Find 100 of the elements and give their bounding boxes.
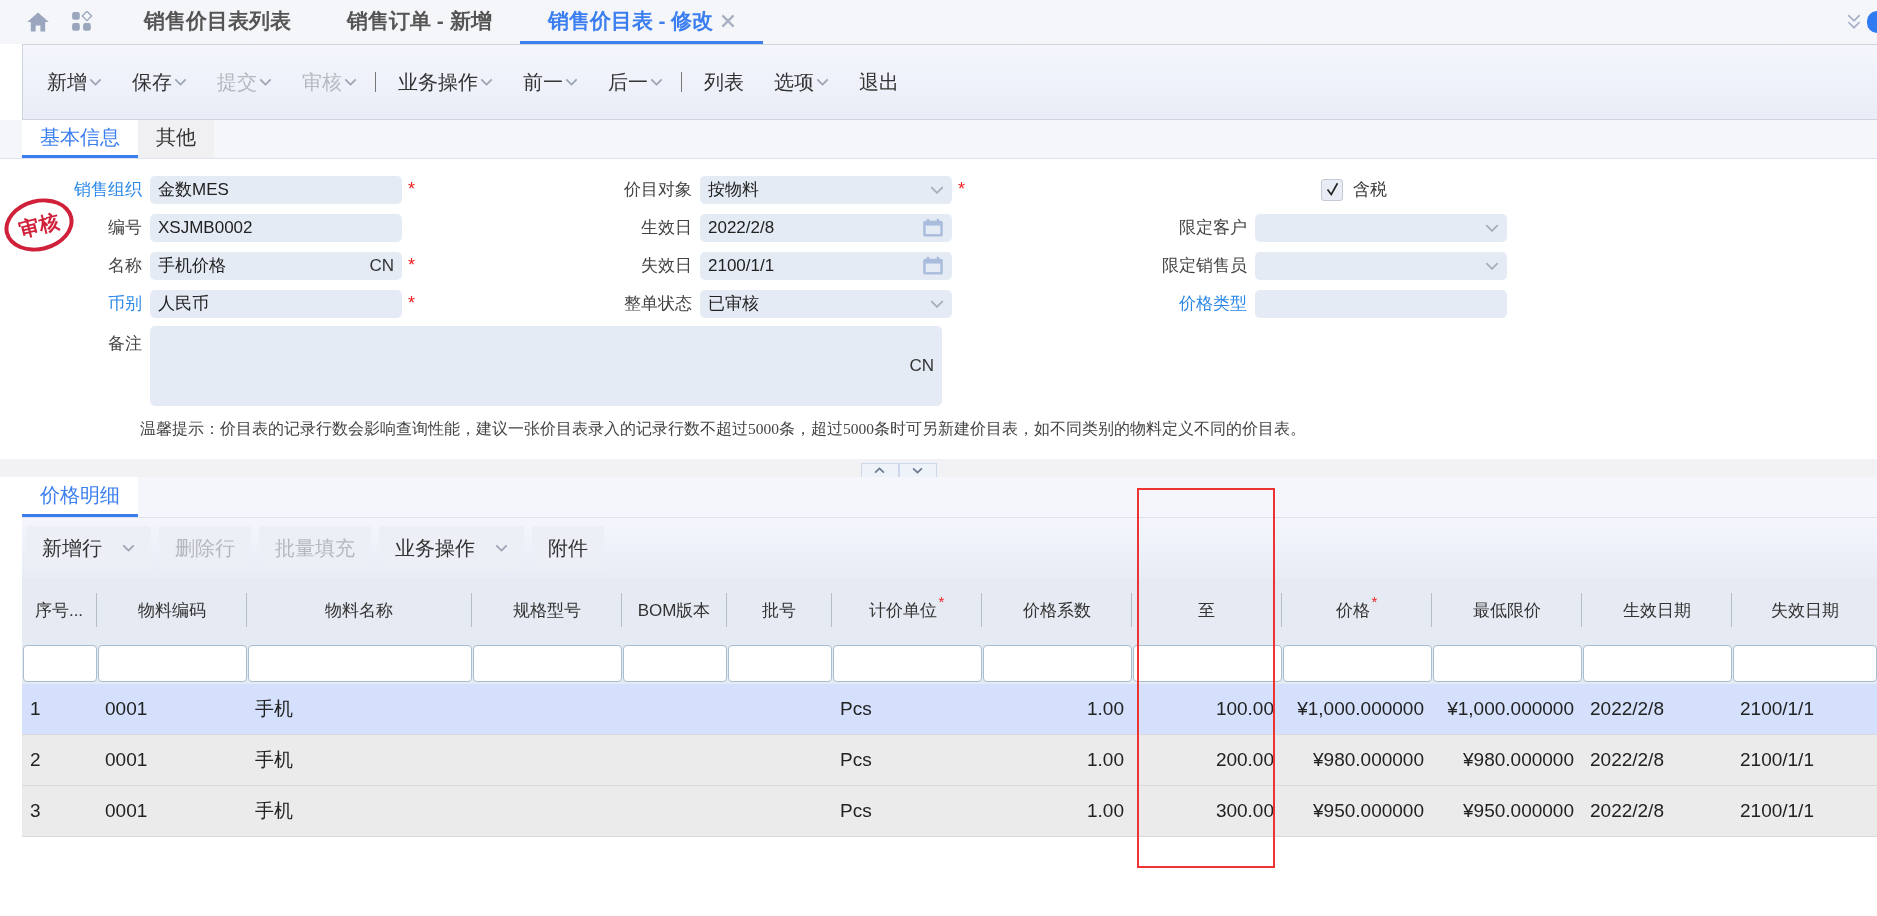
input-field[interactable]: 金数MES	[150, 175, 402, 204]
table-cell: Pcs	[840, 800, 872, 822]
caret-icon[interactable]	[930, 185, 944, 194]
filter-field[interactable]	[728, 645, 832, 682]
caret-icon[interactable]	[930, 299, 944, 308]
select-field[interactable]: 已审核	[700, 289, 952, 318]
toolbar-button[interactable]: 后一	[604, 62, 677, 102]
filter-field[interactable]	[1133, 645, 1282, 682]
table-cell: 0001	[105, 749, 148, 771]
field-label: 整单状态	[624, 293, 692, 315]
double-chevron-icon[interactable]	[1847, 14, 1861, 30]
caret-icon[interactable]	[1485, 261, 1499, 270]
table-row[interactable]: 2 0001 手机 Pcs 1.00 200.00 ¥980.000000 ¥980.000000 2022/2/8 2100/1/1	[22, 735, 1877, 786]
input-field[interactable]: 手机价格 CN	[150, 251, 402, 280]
column-header[interactable]: 失效日期	[1732, 593, 1877, 627]
toolbar-button[interactable]: 前一	[519, 62, 592, 102]
table-row[interactable]: 3 0001 手机 Pcs 1.00 300.00 ¥950.000000 ¥950.000000 2022/2/8 2100/1/1	[22, 786, 1877, 837]
close-icon[interactable]	[721, 13, 736, 28]
filter-field[interactable]	[1583, 645, 1732, 682]
filter-field[interactable]	[1283, 645, 1432, 682]
detail-tab[interactable]: 价格明细	[22, 477, 138, 517]
field-label: 备注	[108, 333, 142, 355]
toolbar-button[interactable]: 新增	[43, 62, 116, 102]
remarks-field[interactable]: CN	[150, 326, 942, 406]
filter-field[interactable]	[1433, 645, 1582, 682]
column-header[interactable]: 物料编码	[97, 593, 247, 627]
field-label: 限定客户	[1179, 217, 1247, 239]
page-tab[interactable]: 销售订单 - 新增	[319, 0, 520, 44]
column-header[interactable]: 物料名称	[247, 593, 472, 627]
select-field[interactable]	[1255, 213, 1507, 242]
collapse-up-button[interactable]	[860, 463, 899, 477]
filter-field[interactable]	[248, 645, 472, 682]
select-field[interactable]: 按物料	[700, 175, 952, 204]
column-header[interactable]: 生效日期	[1582, 593, 1732, 627]
page-tab[interactable]: 销售价目表列表	[116, 0, 319, 44]
table-cell: 200.00	[1215, 749, 1274, 771]
table-cell: 1	[30, 698, 41, 720]
filter-field[interactable]	[623, 645, 727, 682]
column-header[interactable]: 批号	[727, 593, 832, 627]
caret-icon[interactable]	[1485, 223, 1499, 232]
caret-icon[interactable]	[480, 78, 493, 86]
column-header[interactable]: 至	[1132, 593, 1282, 627]
collapse-down-button[interactable]	[898, 463, 937, 477]
field-label: 名称	[108, 255, 142, 277]
filter-field[interactable]	[98, 645, 247, 682]
table-cell: ¥950.000000	[1463, 800, 1574, 822]
caret-icon[interactable]	[89, 78, 102, 86]
input-field[interactable]: XSJMB0002	[150, 213, 402, 242]
filter-field[interactable]	[23, 645, 97, 682]
table-cell: ¥1,000.000000	[1297, 698, 1424, 720]
calendar-icon[interactable]	[922, 255, 944, 276]
form-tab[interactable]: 其他	[138, 120, 214, 158]
caret-icon[interactable]	[650, 78, 663, 86]
caret-icon[interactable]	[174, 78, 187, 86]
select-field[interactable]	[1255, 251, 1507, 280]
toolbar-button[interactable]: 列表	[700, 62, 758, 102]
column-header[interactable]: 最低限价	[1432, 593, 1582, 627]
chevron-up-icon[interactable]	[874, 467, 885, 474]
caret-icon[interactable]	[122, 544, 135, 552]
table-row[interactable]: 1 0001 手机 Pcs 1.00 100.00 ¥1,000.000000 ¥1,000.000000 2022/2/8 2100/1/1	[22, 684, 1877, 735]
apps-icon[interactable]	[70, 11, 94, 33]
required-mark: *	[408, 179, 415, 199]
filter-field[interactable]	[1733, 645, 1877, 682]
column-header[interactable]: BOM版本	[622, 593, 727, 627]
table-cell: 2100/1/1	[1740, 749, 1814, 771]
date-field[interactable]: 2100/1/1	[700, 251, 952, 280]
table-cell: 2100/1/1	[1740, 800, 1814, 822]
table-cell-text: 手机	[255, 697, 293, 721]
field-label[interactable]: 币别	[108, 292, 142, 315]
column-header[interactable]: 价格$^{*}$	[1282, 593, 1432, 627]
toolbar-button[interactable]: 业务操作	[394, 62, 507, 102]
caret-icon[interactable]	[495, 544, 508, 552]
field-label: 编号	[108, 217, 142, 239]
filter-field[interactable]	[983, 645, 1132, 682]
caret-icon[interactable]	[816, 78, 829, 86]
filter-field[interactable]	[833, 645, 982, 682]
field-label[interactable]: 价格类型	[1179, 292, 1247, 315]
user-avatar[interactable]	[1867, 11, 1877, 33]
table-cell-text: 手机	[255, 748, 293, 772]
home-icon[interactable]	[26, 11, 50, 33]
table-cell: 3	[30, 800, 41, 822]
input-field[interactable]: 人民币	[150, 289, 402, 318]
chevron-down-icon[interactable]	[912, 467, 923, 474]
column-header[interactable]: 序号...	[22, 593, 97, 627]
form-tab[interactable]: 基本信息	[22, 120, 138, 158]
table-cell: ¥1,000.000000	[1447, 698, 1574, 720]
column-header[interactable]: 计价单位$^{*}$	[832, 593, 982, 627]
input-field[interactable]	[1255, 289, 1507, 318]
column-header[interactable]: 价格系数	[982, 593, 1132, 627]
caret-icon[interactable]	[565, 78, 578, 86]
filter-field[interactable]	[473, 645, 622, 682]
checkbox-label: 含税	[1353, 179, 1387, 201]
date-field[interactable]: 2022/2/8	[700, 213, 952, 242]
toolbar-button[interactable]: 退出	[855, 62, 913, 102]
required-mark: *	[408, 293, 415, 313]
toolbar-button[interactable]: 选项	[770, 62, 843, 102]
field-label: 生效日	[641, 217, 692, 239]
column-header[interactable]: 规格型号	[472, 593, 622, 627]
toolbar-button[interactable]: 保存	[128, 62, 201, 102]
calendar-icon[interactable]	[922, 217, 944, 238]
